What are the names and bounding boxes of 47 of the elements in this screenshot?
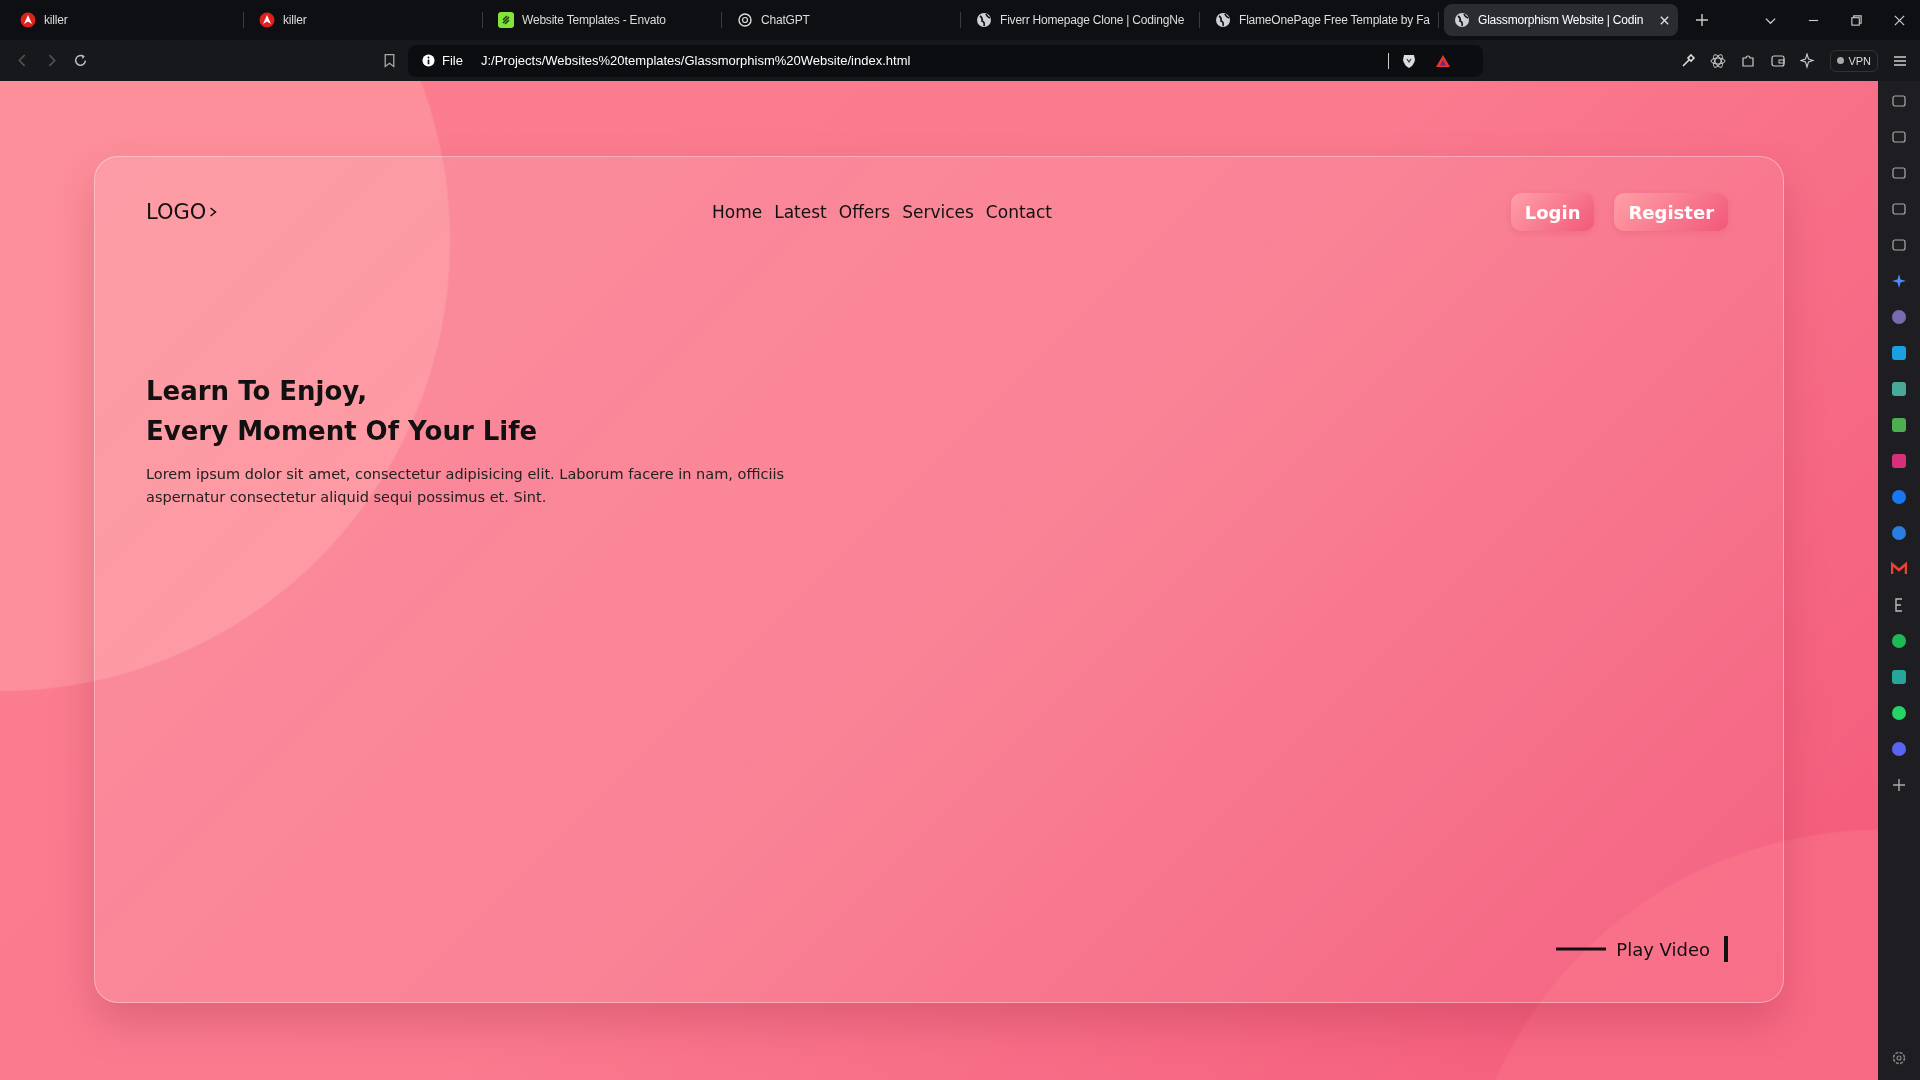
- play-bar-icon: [1724, 936, 1728, 962]
- browser-tab[interactable]: Fiverr Homepage Clone | CodingNe: [966, 4, 1200, 36]
- hero-heading: Learn To Enjoy,: [146, 375, 369, 408]
- star-sparkle-icon[interactable]: [1891, 273, 1907, 289]
- tab-title: Fiverr Homepage Clone | CodingNe: [1000, 13, 1186, 27]
- nav-link[interactable]: Offers: [838, 202, 891, 222]
- nav-link[interactable]: Contact: [985, 202, 1052, 222]
- dash-line: [1556, 947, 1607, 951]
- scheme-label: File: [442, 53, 463, 68]
- reload-icon[interactable]: [73, 53, 88, 68]
- tab-title: Glassmorphism Website | Codin: [1478, 13, 1645, 27]
- address-field[interactable]: File J:/Projects/Websites%20templates/Glassmorphism%20Website/index.html: [408, 44, 1483, 77]
- nav-link[interactable]: Services: [902, 202, 974, 222]
- tab-title: killer: [283, 13, 308, 27]
- vpn-button[interactable]: VPN: [1830, 49, 1878, 72]
- new-tab-icon[interactable]: [1695, 13, 1709, 27]
- globe-icon: [976, 12, 992, 28]
- plus-icon[interactable]: [1891, 777, 1907, 793]
- globe-icon: [1215, 12, 1231, 28]
- atom-icon[interactable]: [1710, 52, 1727, 69]
- settings-icon[interactable]: [1891, 1050, 1907, 1066]
- bookmark-icon[interactable]: [382, 53, 397, 68]
- browser-tab[interactable]: killer: [10, 4, 244, 36]
- eyedropper-icon[interactable]: [1680, 52, 1697, 69]
- logo-text[interactable]: LOGO: [146, 200, 207, 224]
- globe-icon: [1454, 12, 1470, 28]
- tab-title: killer: [44, 13, 69, 27]
- browser-tab[interactable]: FlameOnePage Free Template by Fa: [1205, 4, 1439, 36]
- browser-tab[interactable]: killer: [249, 4, 483, 36]
- browser-tab[interactable]: ChatGPT: [727, 4, 961, 36]
- restore-icon[interactable]: [1850, 13, 1863, 27]
- tab-title: FlameOnePage Free Template by Fa: [1239, 13, 1431, 27]
- tab-title: ChatGPT: [761, 13, 811, 27]
- mail-logo-icon[interactable]: [1891, 561, 1907, 577]
- browser-tab[interactable]: Glassmorphism Website | Codin: [1444, 4, 1678, 36]
- hero-paragraph: Lorem ipsum dolor sit amet, consectetur adipisicing elit. Laborum facere in nam, officiis aspernatur consectetur aliquid sequi possimus et. Sint.: [146, 465, 785, 507]
- nav-link[interactable]: Home: [712, 202, 763, 222]
- nav-link[interactable]: Latest: [774, 202, 827, 222]
- hero-heading: Every Moment Of Your Life: [146, 415, 539, 448]
- tab-title: Website Templates - Envato: [522, 13, 667, 27]
- info-icon: [422, 54, 435, 67]
- browser-tab[interactable]: Website Templates - Envato: [488, 4, 722, 36]
- close-icon[interactable]: [1893, 13, 1906, 27]
- chevron-right-icon: [209, 206, 218, 218]
- close-icon[interactable]: [1659, 14, 1670, 26]
- url-text: J:/Projects/Websites%20templates/Glassmorphism%20Website/index.html: [480, 53, 911, 68]
- play-video-link[interactable]: Play Video: [1616, 938, 1710, 960]
